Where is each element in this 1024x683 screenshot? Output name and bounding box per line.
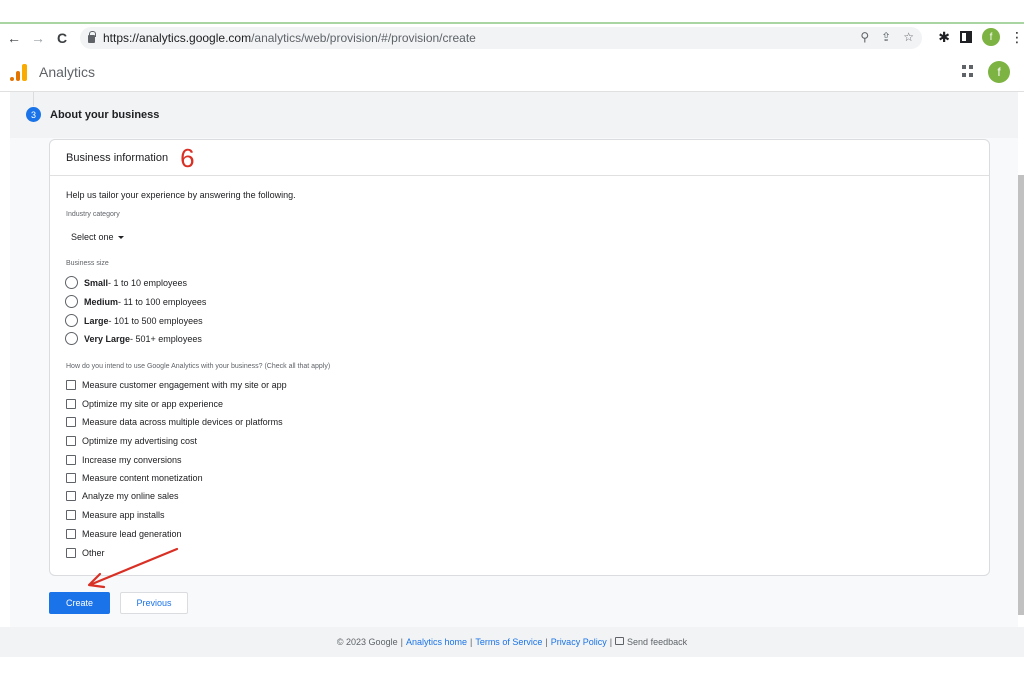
footer: © 2023 Google | Analytics home | Terms o… xyxy=(0,627,1024,657)
app-header: Analytics f xyxy=(0,52,1024,92)
business-size-label: Business size xyxy=(66,260,109,267)
usage-option[interactable]: Measure content monetization xyxy=(66,473,203,483)
annotation-arrow-icon xyxy=(87,547,179,589)
url-path: /analytics/web/provision/#/provision/cre… xyxy=(251,31,476,45)
industry-category-label: Industry category xyxy=(66,211,120,218)
checkbox[interactable] xyxy=(66,399,76,409)
usage-option[interactable]: Increase my conversions xyxy=(66,455,182,465)
scrollbar[interactable] xyxy=(1018,175,1024,615)
create-button[interactable]: Create xyxy=(49,592,110,614)
stepper-line xyxy=(33,92,34,106)
radio-button[interactable] xyxy=(65,314,78,327)
size-option-large[interactable]: Large - 101 to 500 employees xyxy=(65,314,203,327)
terms-of-service-link[interactable]: Terms of Service xyxy=(475,637,542,647)
size-option-title: Very Large xyxy=(84,333,131,344)
usage-option-label: Measure content monetization xyxy=(82,473,203,483)
browser-menu-icon[interactable]: ⋮ xyxy=(1010,29,1024,46)
extensions-icon[interactable]: ✱ xyxy=(938,29,950,46)
chevron-down-icon xyxy=(117,235,124,239)
checkbox[interactable] xyxy=(66,436,76,446)
footer-copyright: © 2023 Google xyxy=(336,637,398,647)
intro-text: Help us tailor your experience by answer… xyxy=(66,190,296,200)
size-option-range: - 11 to 100 employees xyxy=(118,296,207,307)
privacy-policy-link[interactable]: Privacy Policy xyxy=(551,637,607,647)
checkbox[interactable] xyxy=(66,548,76,558)
checkbox[interactable] xyxy=(66,417,76,427)
account-avatar[interactable]: f xyxy=(988,61,1010,83)
reload-icon[interactable]: C xyxy=(52,28,72,48)
zoom-icon[interactable]: ⚲ xyxy=(860,30,869,44)
usage-option-label: Increase my conversions xyxy=(82,455,182,465)
step-title: About your business xyxy=(50,108,160,121)
step-header: 3 About your business xyxy=(26,107,159,122)
size-option-title: Medium xyxy=(84,296,119,307)
footer-separator: | xyxy=(469,637,473,647)
usage-option[interactable]: Measure customer engagement with my site… xyxy=(66,380,287,390)
size-option-title: Small xyxy=(84,277,109,288)
browser-toolbar: ← → C https://analytics.google.com/analy… xyxy=(0,26,1024,50)
url-host: https://analytics.google.com xyxy=(103,31,252,45)
forward-icon[interactable]: → xyxy=(28,28,48,48)
usage-question-label: How do you intend to use Google Analytic… xyxy=(66,363,331,370)
previous-button[interactable]: Previous xyxy=(120,592,188,614)
checkbox[interactable] xyxy=(66,473,76,483)
analytics-logo-icon xyxy=(10,63,28,81)
industry-select-value: Select one xyxy=(71,232,114,242)
radio-button[interactable] xyxy=(65,276,78,289)
bookmark-star-icon[interactable]: ☆ xyxy=(903,30,914,44)
size-option-small[interactable]: Small - 1 to 10 employees xyxy=(65,276,187,289)
step-number-badge: 3 xyxy=(26,107,41,122)
lock-icon xyxy=(88,31,96,43)
checkbox[interactable] xyxy=(66,455,76,465)
business-information-card: Business information 6 Help us tailor yo… xyxy=(49,139,990,576)
footer-separator: | xyxy=(400,637,403,647)
usage-option-label: Measure lead generation xyxy=(82,529,182,539)
size-option-range: - 501+ employees xyxy=(130,333,202,344)
size-option-medium[interactable]: Medium - 11 to 100 employees xyxy=(65,295,206,308)
radio-button[interactable] xyxy=(65,332,78,345)
feedback-icon xyxy=(615,637,625,645)
usage-option-label: Optimize my advertising cost xyxy=(82,436,198,446)
footer-separator: | xyxy=(609,637,613,647)
usage-option[interactable]: Analyze my online sales xyxy=(66,491,179,501)
size-option-title: Large xyxy=(84,315,109,326)
send-feedback-link[interactable]: Send feedback xyxy=(627,637,687,647)
usage-option[interactable]: Measure app installs xyxy=(66,510,165,520)
usage-option-label: Measure data across multiple devices or … xyxy=(82,417,283,427)
usage-option-label: Analyze my online sales xyxy=(82,491,179,501)
usage-option[interactable]: Measure data across multiple devices or … xyxy=(66,417,283,427)
usage-option-label: Measure customer engagement with my site… xyxy=(82,380,287,390)
usage-option-label: Optimize my site or app experience xyxy=(82,399,224,409)
usage-option[interactable]: Optimize my site or app experience xyxy=(66,399,223,409)
apps-grid-icon[interactable] xyxy=(962,65,974,77)
step-header-band xyxy=(10,92,1018,138)
annotation-number: 6 xyxy=(180,142,195,173)
industry-category-select[interactable]: Select one xyxy=(71,232,124,242)
address-bar[interactable]: https://analytics.google.com/analytics/w… xyxy=(80,27,922,49)
card-header: Business information 6 xyxy=(50,140,989,176)
checkbox[interactable] xyxy=(66,380,76,390)
footer-separator: | xyxy=(545,637,548,647)
size-option-range: - 101 to 500 employees xyxy=(108,315,203,326)
checkbox[interactable] xyxy=(66,491,76,501)
share-icon[interactable]: ⇪ xyxy=(881,30,891,44)
card-title: Business information xyxy=(66,151,169,164)
browser-profile-avatar[interactable]: f xyxy=(982,28,1000,46)
app-title: Analytics xyxy=(39,63,96,80)
size-option-very-large[interactable]: Very Large - 501+ employees xyxy=(65,332,202,345)
usage-option[interactable]: Measure lead generation xyxy=(66,529,182,539)
usage-option-label: Measure app installs xyxy=(82,510,165,520)
window-top-edge xyxy=(0,0,1024,24)
radio-button[interactable] xyxy=(65,295,78,308)
usage-option[interactable]: Optimize my advertising cost xyxy=(66,436,197,446)
back-icon[interactable]: ← xyxy=(4,28,24,48)
size-option-range: - 1 to 10 employees xyxy=(108,277,188,288)
analytics-home-link[interactable]: Analytics home xyxy=(406,637,467,647)
checkbox[interactable] xyxy=(66,529,76,539)
checkbox[interactable] xyxy=(66,510,76,520)
side-panel-icon[interactable] xyxy=(960,31,972,43)
